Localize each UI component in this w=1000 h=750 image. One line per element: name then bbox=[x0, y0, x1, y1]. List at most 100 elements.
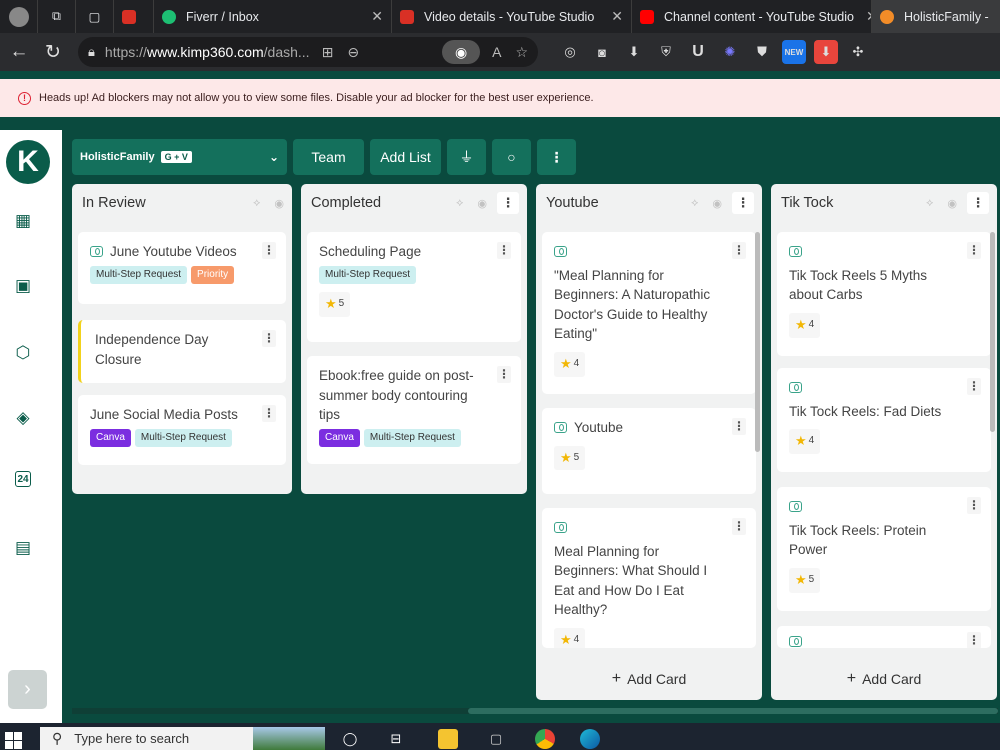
collapse-icon[interactable]: ⟡ bbox=[456, 197, 463, 210]
zoom-icon[interactable]: ⊖ bbox=[347, 44, 359, 61]
diamond-icon[interactable]: ◈ bbox=[12, 407, 34, 429]
tab-channel-content[interactable]: Channel content - YouTube Studio✕ bbox=[632, 0, 872, 33]
read-aloud-icon[interactable]: A bbox=[492, 44, 501, 60]
file-explorer-icon[interactable] bbox=[438, 729, 458, 749]
card-menu-icon[interactable]: ⋮ bbox=[967, 632, 981, 648]
close-tab-icon[interactable]: ✕ bbox=[599, 8, 623, 25]
collapse-icon[interactable]: ⟡ bbox=[253, 197, 260, 210]
task-card[interactable]: Independence Day Closure ⋮ bbox=[78, 320, 286, 383]
watch-eye-icon[interactable]: ◉ bbox=[712, 197, 722, 210]
watch-eye-icon[interactable]: ◉ bbox=[274, 197, 284, 210]
task-card[interactable]: Ebook:free guide on post-summer body con… bbox=[307, 356, 521, 464]
close-tab-icon[interactable]: ✕ bbox=[359, 8, 383, 25]
card-menu-icon[interactable]: ⋮ bbox=[262, 405, 276, 423]
add-card-button[interactable]: + Add Card bbox=[771, 658, 997, 700]
task-card[interactable]: June Social Media Posts Canva Multi-Step… bbox=[78, 395, 286, 465]
list-scrollbar[interactable] bbox=[755, 232, 760, 452]
rating-value: 5 bbox=[338, 298, 345, 310]
card-menu-icon[interactable]: ⋮ bbox=[497, 242, 511, 260]
add-card-button[interactable]: + Add Card bbox=[536, 658, 762, 700]
tab-fiverr[interactable]: Fiverr / Inbox ✕ bbox=[154, 0, 392, 33]
screenshot-icon[interactable]: ◙ bbox=[590, 40, 614, 64]
pinned-app-icon[interactable]: ▢ bbox=[486, 729, 506, 749]
list-menu-icon[interactable]: ⋮ bbox=[967, 192, 989, 214]
task-card[interactable]: ⋮ bbox=[777, 626, 991, 648]
clipboard-icon[interactable]: ▣ bbox=[12, 275, 34, 297]
widgets-icon[interactable]: ⊟ bbox=[386, 729, 406, 749]
task-card[interactable]: "Meal Planning for Beginners: A Naturopa… bbox=[542, 232, 756, 394]
collapse-icon[interactable]: ⟡ bbox=[926, 197, 933, 210]
list-scrollbar[interactable] bbox=[990, 232, 995, 432]
downloader-icon[interactable]: ⬇ bbox=[814, 40, 838, 64]
video-icon bbox=[789, 382, 802, 393]
task-card[interactable]: Scheduling Page Multi-Step Request ★ 5 ⋮ bbox=[307, 232, 521, 342]
taskbar-search-box[interactable]: ⚲ Type here to search bbox=[40, 727, 325, 750]
tab-video-details[interactable]: Video details - YouTube Studio ✕ bbox=[392, 0, 632, 33]
list-menu-icon[interactable]: ⋮ bbox=[497, 192, 519, 214]
card-menu-icon[interactable]: ⋮ bbox=[262, 242, 276, 260]
favorite-star-icon[interactable]: ☆ bbox=[515, 44, 528, 61]
refresh-icon[interactable]: ↻ bbox=[38, 37, 68, 67]
sparkle-icon[interactable]: ✺ bbox=[718, 40, 742, 64]
close-tab-icon[interactable]: ✕ bbox=[854, 8, 871, 25]
add-card-label: Add Card bbox=[862, 671, 922, 687]
card-menu-icon[interactable]: ⋮ bbox=[967, 497, 981, 515]
calendar-24-icon[interactable]: 24 bbox=[15, 471, 31, 487]
card-menu-icon[interactable]: ⋮ bbox=[967, 242, 981, 260]
watch-eye-icon[interactable]: ◉ bbox=[947, 197, 957, 210]
download-icon[interactable]: ⬇ bbox=[622, 40, 646, 64]
profile-avatar[interactable] bbox=[0, 0, 38, 33]
board-horizontal-scrollbar[interactable] bbox=[72, 708, 998, 714]
task-card[interactable]: Tik Tock Reels: Protein Power ★ 5 ⋮ bbox=[777, 487, 991, 611]
task-card[interactable]: Tik Tock Reels: Fad Diets ★ 4 ⋮ bbox=[777, 368, 991, 472]
back-icon[interactable]: ← bbox=[4, 37, 34, 67]
task-card[interactable]: June Youtube Videos Multi-Step Request P… bbox=[78, 232, 286, 304]
project-selector[interactable]: HolisticFamily G + V ⌄ bbox=[72, 139, 287, 175]
workspaces-icon[interactable]: ⧉ bbox=[38, 0, 76, 33]
chrome-icon[interactable] bbox=[535, 729, 555, 749]
filter-icon[interactable]: ⏚ bbox=[447, 139, 486, 175]
card-menu-icon[interactable]: ⋮ bbox=[732, 418, 746, 436]
tab-pinned-youtube[interactable] bbox=[114, 0, 154, 33]
box-icon[interactable]: ⬡ bbox=[12, 342, 34, 364]
expand-sidebar-button[interactable]: › bbox=[8, 670, 47, 709]
watch-eye-icon[interactable]: ◉ bbox=[477, 197, 487, 210]
kimp-logo[interactable]: K bbox=[6, 140, 50, 184]
more-options-icon[interactable]: ⋮ bbox=[537, 139, 576, 175]
list-header: Tik Tock ⟡ ◉ ⋮ bbox=[771, 184, 997, 222]
user-card-icon[interactable]: ▤ bbox=[12, 537, 34, 559]
tab-actions-icon[interactable]: ▢ bbox=[76, 0, 114, 33]
list-menu-icon[interactable]: ⋮ bbox=[732, 192, 754, 214]
task-card[interactable]: Meal Planning for Beginners: What Should… bbox=[542, 508, 756, 648]
scrollbar-thumb[interactable] bbox=[468, 708, 998, 714]
card-menu-icon[interactable]: ⋮ bbox=[967, 378, 981, 396]
tag-multi-step: Multi-Step Request bbox=[90, 265, 188, 285]
extension-circle-icon[interactable]: ◎ bbox=[558, 40, 582, 64]
team-button[interactable]: Team bbox=[293, 139, 364, 175]
extensions-puzzle-icon[interactable]: ✣ bbox=[846, 40, 870, 64]
grid-icon[interactable]: ▦ bbox=[12, 210, 34, 232]
card-menu-icon[interactable]: ⋮ bbox=[262, 330, 276, 348]
tab-holisticfamily[interactable]: HolisticFamily - bbox=[872, 0, 1000, 33]
add-list-button[interactable]: Add List bbox=[370, 139, 441, 175]
rating-value: 5 bbox=[573, 451, 580, 463]
new-extension-icon[interactable]: NEW bbox=[782, 40, 806, 64]
youtube-icon bbox=[122, 9, 136, 24]
task-view-icon[interactable]: ◯ bbox=[340, 729, 360, 749]
search-icon[interactable]: ○ bbox=[492, 139, 531, 175]
task-card[interactable]: Youtube ★ 5 ⋮ bbox=[542, 408, 756, 494]
card-menu-icon[interactable]: ⋮ bbox=[732, 242, 746, 260]
app-view-icon[interactable]: ⊞ bbox=[322, 44, 334, 61]
edge-icon[interactable] bbox=[580, 729, 600, 749]
ublock-origin-icon[interactable]: ⛊ bbox=[750, 40, 774, 64]
task-card[interactable]: Tik Tock Reels 5 Myths about Carbs ★ 4 ⋮ bbox=[777, 232, 991, 356]
tracking-prevention-icon[interactable]: ◉ bbox=[442, 40, 481, 64]
card-menu-icon[interactable]: ⋮ bbox=[497, 366, 511, 384]
list-title: Tik Tock bbox=[781, 195, 834, 211]
windows-start-icon[interactable] bbox=[5, 732, 23, 750]
url-field[interactable]: 🔒︎ https://www.kimp360.com/dash... ⊞ ⊖ ◉… bbox=[78, 37, 538, 67]
card-menu-icon[interactable]: ⋮ bbox=[732, 518, 746, 536]
collapse-icon[interactable]: ⟡ bbox=[691, 197, 698, 210]
ublock-u-icon[interactable]: U bbox=[686, 40, 710, 64]
shield-icon[interactable]: ⛨ bbox=[654, 40, 678, 64]
